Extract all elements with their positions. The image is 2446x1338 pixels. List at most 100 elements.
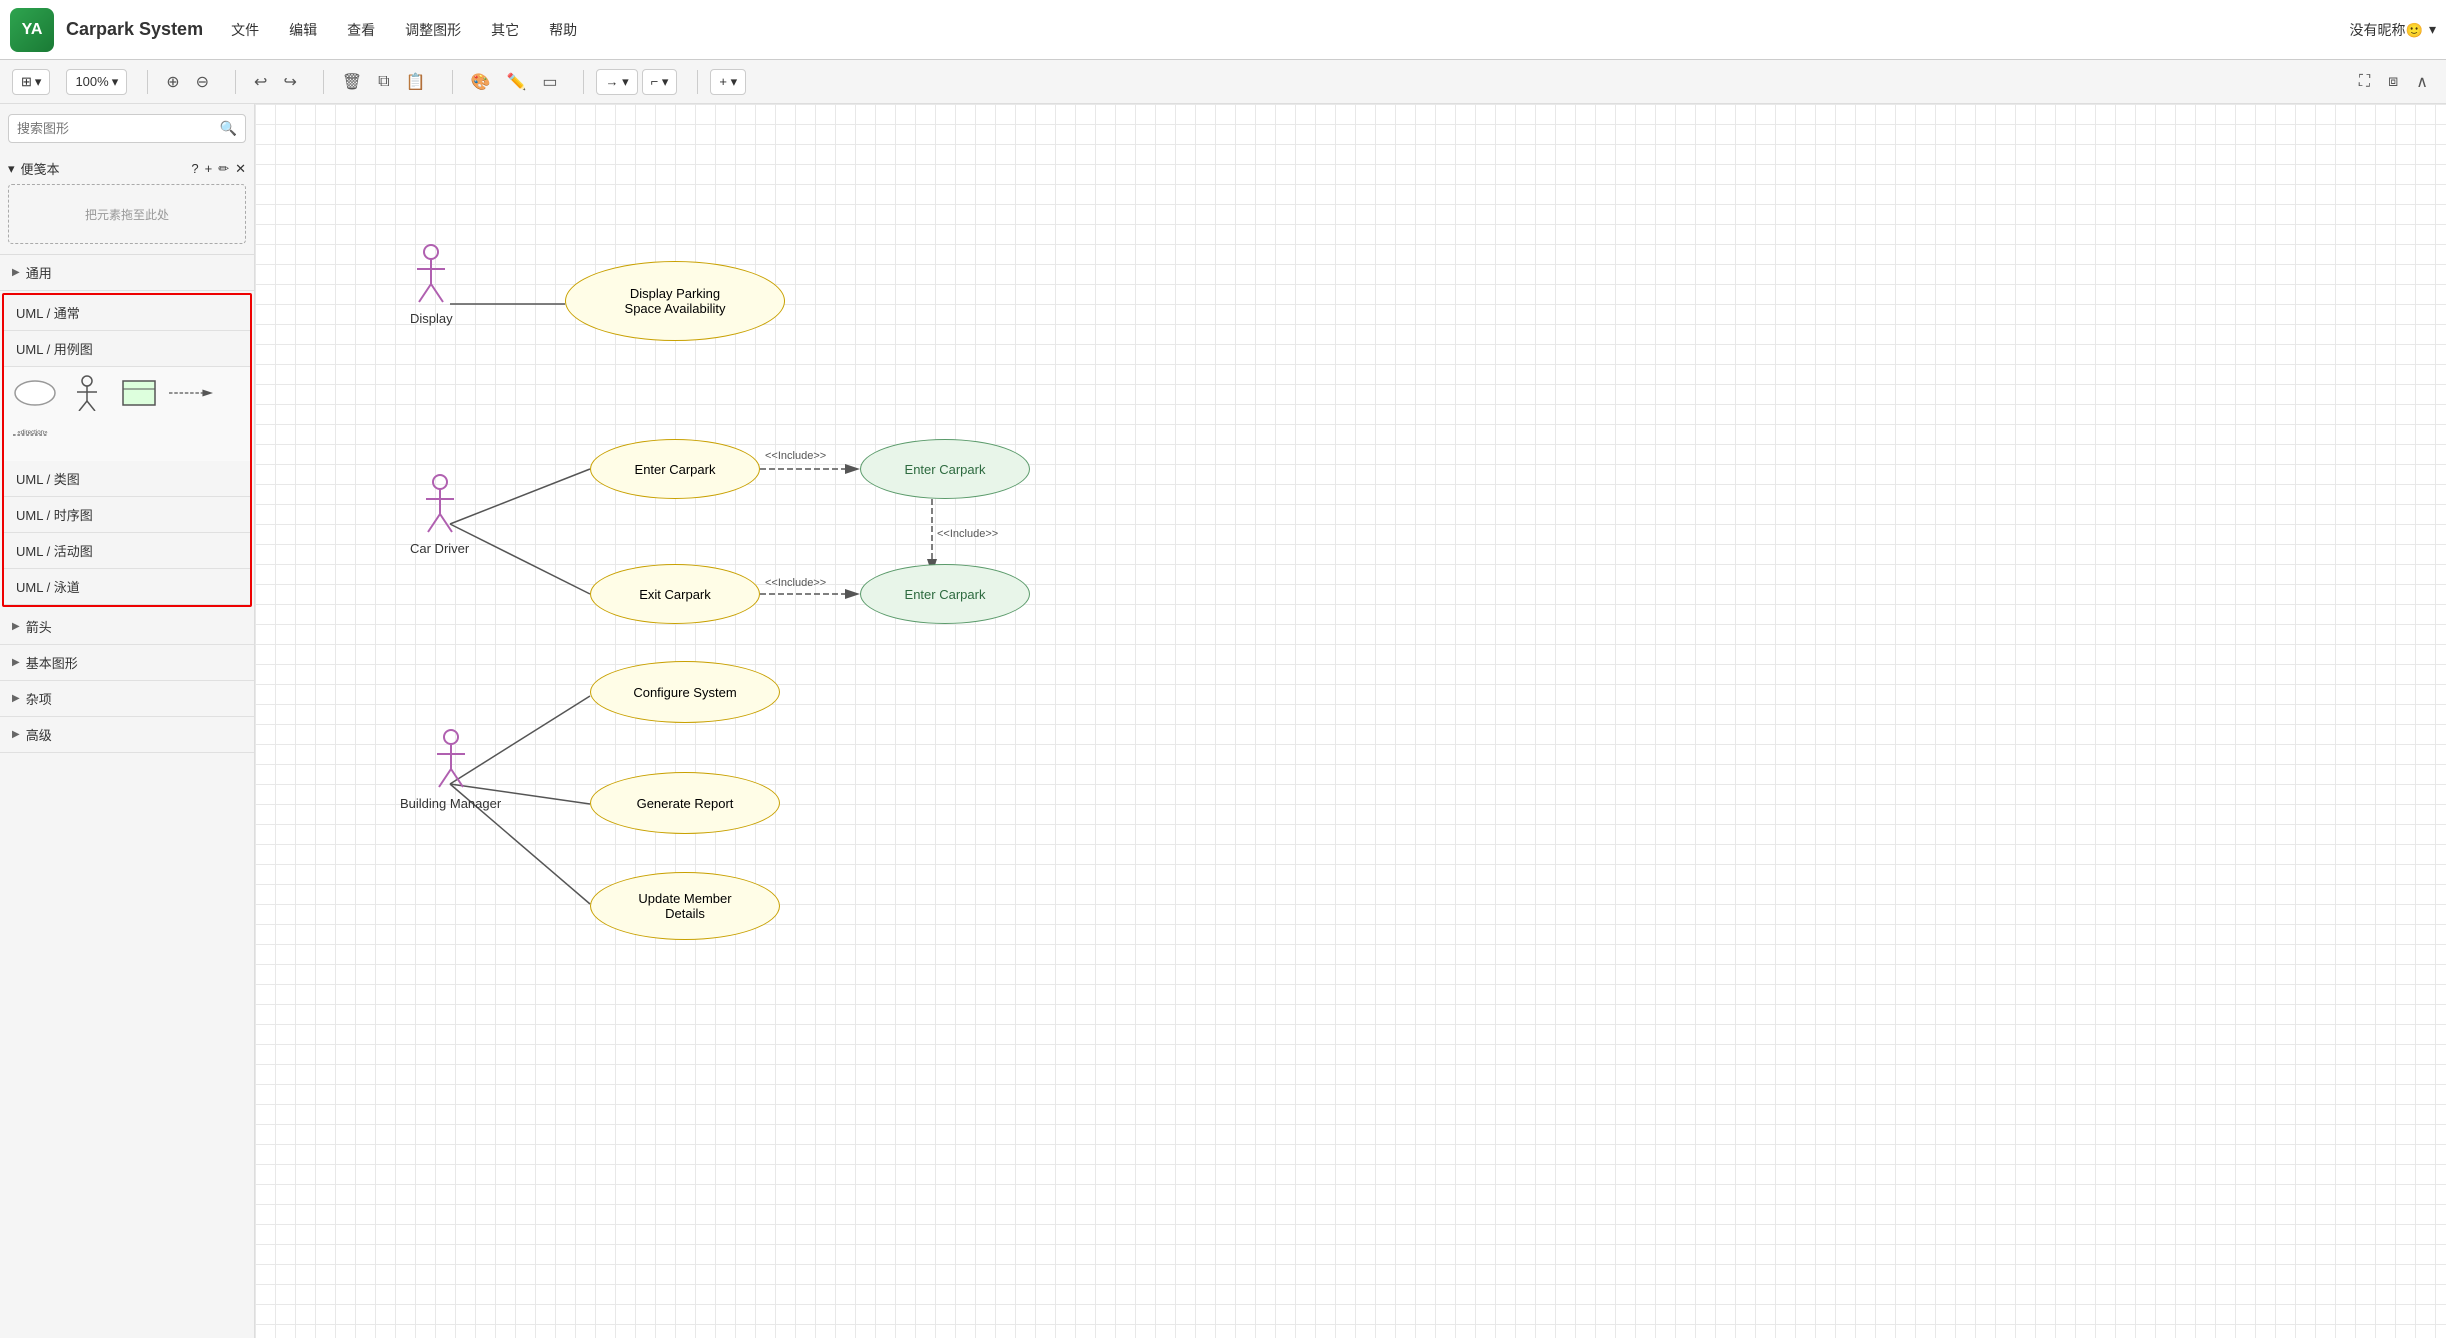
actor-building-manager[interactable]: Building Manager [400,729,501,811]
actor-car-driver-label: Car Driver [410,541,469,556]
uml-shape-actor[interactable] [64,375,110,411]
sidebar-item-uml-swimlane[interactable]: UML / 泳道 [4,569,250,605]
sidebar-item-advanced[interactable]: ▶ 高级 [0,717,254,753]
uml-general-label: UML / 通常 [16,306,80,321]
zoom-group: 100% ▾ [66,69,127,95]
general-label: 通用 [26,263,52,282]
menu-other[interactable]: 其它 [485,16,525,44]
menu-format[interactable]: 调整图形 [399,16,467,44]
main-layout: 🔍 ▾ 便笺本 ? + ✏ ✕ 把元素拖至此处 ▶ 通用 [0,104,2446,1338]
zoom-in-button[interactable]: ⊕ [160,68,185,96]
user-dropdown-icon[interactable]: ▾ [2429,21,2436,38]
split-view-button[interactable]: ⧈ [2382,68,2404,96]
uc-enter-carpark-green-top[interactable]: Enter Carpark [860,439,1030,499]
header: YA Carpark System 文件 编辑 查看 调整图形 其它 帮助 没有… [0,0,2446,60]
uc-configure-system[interactable]: Configure System [590,661,780,723]
uml-shape-dashed-line[interactable] [168,375,214,411]
actor-display-label: Display [410,311,453,326]
user-name: 没有昵称🙂 [2350,20,2423,40]
shape-button[interactable]: ▭ [536,68,563,96]
history-controls: ↩ ↪ [248,68,303,96]
app-logo: YA [10,8,54,52]
undo-button[interactable]: ↩ [248,68,273,96]
advanced-caret-icon: ▶ [12,729,20,740]
search-input[interactable] [17,121,220,136]
menu-file[interactable]: 文件 [225,16,265,44]
arrows-caret-icon: ▶ [12,621,20,632]
uml-shapes-palette: «direction» [4,367,250,461]
redo-button[interactable]: ↪ [277,68,302,96]
uml-shape-oval[interactable] [12,375,58,411]
page-layout-button[interactable]: ⊞ ▾ [12,69,50,95]
scratch-help-icon[interactable]: ? [191,161,198,177]
uc-exit-carpark[interactable]: Exit Carpark [590,564,760,624]
zoom-level-button[interactable]: 100% ▾ [66,69,127,95]
menu-help[interactable]: 帮助 [543,16,583,44]
uc-display-parking[interactable]: Display Parking Space Availability [565,261,785,341]
zoom-level-label: 100% [75,74,108,89]
actor-display-figure [411,244,451,309]
sidebar-item-uml-sequence[interactable]: UML / 时序图 [4,497,250,533]
uml-shape-direction[interactable]: «direction» [12,417,58,453]
separator-4 [452,70,453,94]
delete-button[interactable]: 🗑 [336,68,368,96]
paste-button[interactable]: 📋 [400,68,432,96]
zoom-dropdown-icon: ▾ [112,74,119,90]
actor-building-manager-label: Building Manager [400,796,501,811]
sidebar-item-misc[interactable]: ▶ 杂项 [0,681,254,717]
sidebar-item-uml-general[interactable]: UML / 通常 [4,295,250,331]
uc-exit-carpark-label: Exit Carpark [639,587,711,602]
uml-swimlane-label: UML / 泳道 [16,580,80,595]
actor-car-driver[interactable]: Car Driver [410,474,469,556]
basic-shapes-label: 基本图形 [26,653,78,672]
uml-shape-rect[interactable] [116,375,162,411]
sidebar-item-basic-shapes[interactable]: ▶ 基本图形 [0,645,254,681]
line-color-button[interactable]: ✏️ [500,68,532,96]
edit-controls: 🗑 ⧉ 📋 [336,68,432,96]
search-box[interactable]: 🔍 [8,114,246,143]
svg-text:<<Include>>: <<Include>> [765,450,826,462]
uc-enter-carpark-green-bottom[interactable]: Enter Carpark [860,564,1030,624]
uc-update-member[interactable]: Update Member Details [590,872,780,940]
actor-display[interactable]: Display [410,244,453,326]
actor-car-driver-figure [420,474,460,539]
sidebar-item-uml-usecase[interactable]: UML / 用例图 [4,331,250,367]
uc-generate-report[interactable]: Generate Report [590,772,780,834]
user-area: 没有昵称🙂 ▾ [2350,20,2436,40]
advanced-label: 高级 [26,725,52,744]
sidebar-item-arrows[interactable]: ▶ 箭头 [0,609,254,645]
scratch-drop-text: 把元素拖至此处 [85,206,169,223]
page-layout-chevron: ▾ [35,74,42,90]
connect-button[interactable]: → ▾ [596,69,637,95]
separator-6 [697,70,698,94]
basic-shapes-caret-icon: ▶ [12,657,20,668]
waypoint-button[interactable]: ⌐ ▾ [642,69,678,95]
sidebar-item-general[interactable]: ▶ 通用 [0,255,254,291]
copy-button[interactable]: ⧉ [372,69,395,95]
zoom-out-button[interactable]: ⊖ [190,68,215,96]
uc-configure-system-label: Configure System [633,685,736,700]
svg-text:«direction»: «direction» [17,429,48,436]
scratch-close-icon[interactable]: ✕ [235,161,246,177]
canvas-area[interactable]: <<Include>> <<Include>> <<Include>> [255,104,2446,1338]
scratch-edit-icon[interactable]: ✏ [218,161,229,177]
sidebar: 🔍 ▾ 便笺本 ? + ✏ ✕ 把元素拖至此处 ▶ 通用 [0,104,255,1338]
fullscreen-button[interactable]: ⛶ [2353,68,2376,96]
scratch-add-icon[interactable]: + [205,161,213,177]
add-button[interactable]: + ▾ [710,69,746,95]
app-title: Carpark System [66,19,203,40]
menu-view[interactable]: 查看 [341,16,381,44]
search-icon: 🔍 [220,120,237,137]
uc-enter-carpark-yellow[interactable]: Enter Carpark [590,439,760,499]
collapse-button[interactable]: ∧ [2410,68,2434,96]
scratch-collapse-icon[interactable]: ▾ [8,161,15,177]
menu-edit[interactable]: 编辑 [283,16,323,44]
view-controls: ⛶ ⧈ ∧ [2353,68,2434,96]
fill-color-button[interactable]: 🎨 [465,68,497,96]
uml-section: UML / 通常 UML / 用例图 [2,293,252,607]
general-caret-icon: ▶ [12,267,20,278]
sidebar-item-uml-activity[interactable]: UML / 活动图 [4,533,250,569]
separator-1 [147,70,148,94]
sidebar-item-uml-class[interactable]: UML / 类图 [4,461,250,497]
svg-text:<<Include>>: <<Include>> [937,528,998,540]
